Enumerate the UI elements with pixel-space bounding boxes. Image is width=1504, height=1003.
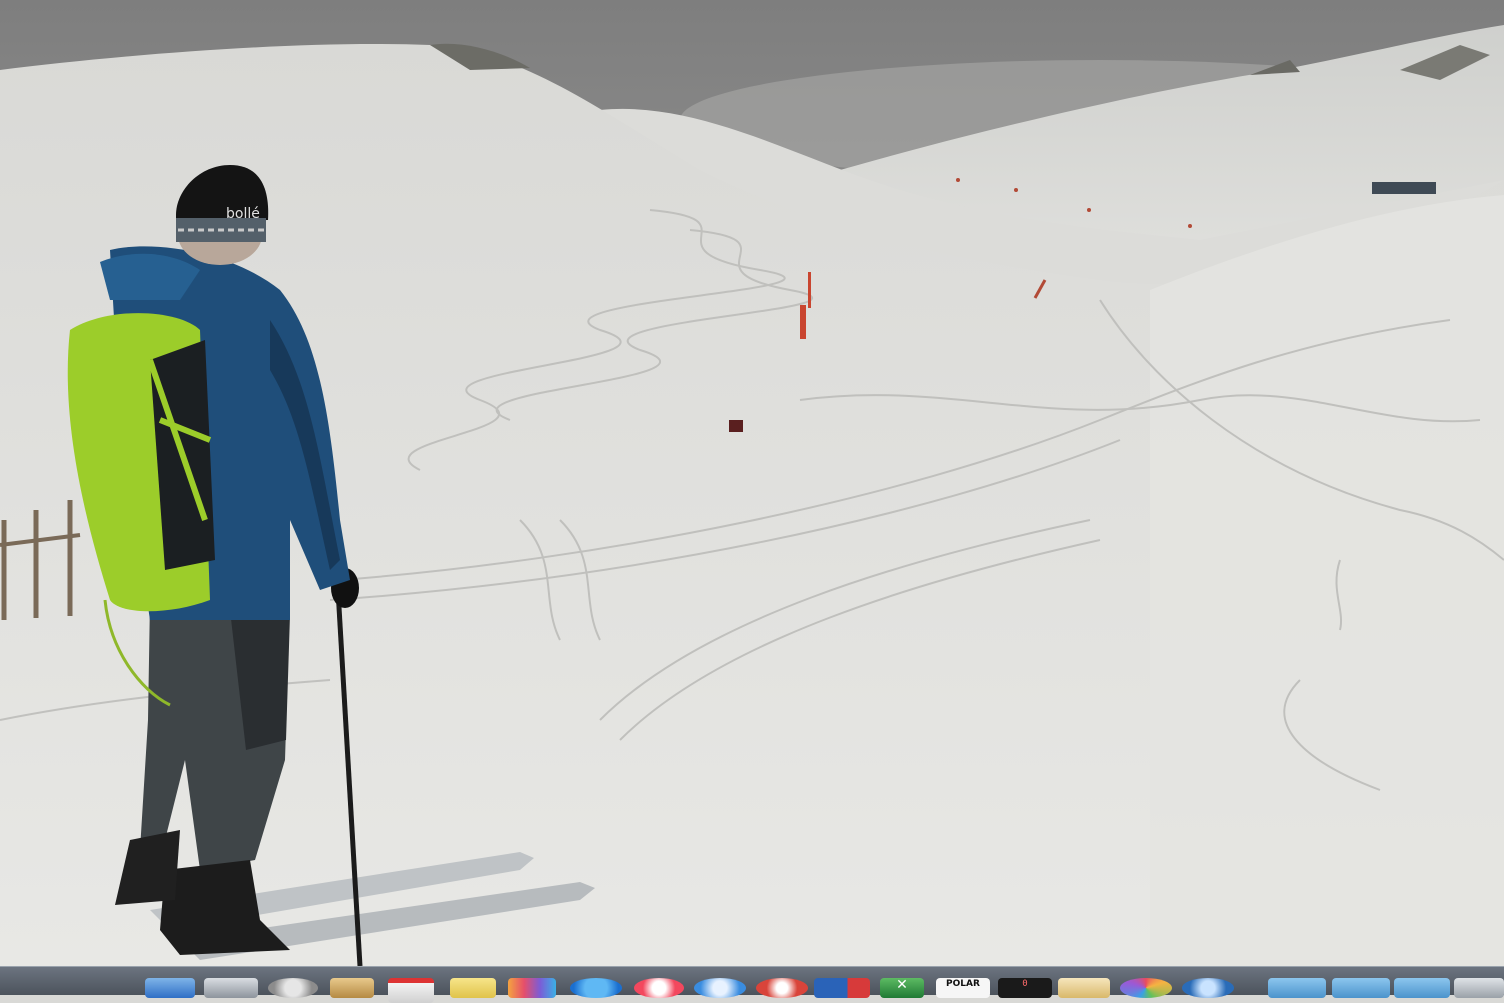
dock-item-photos[interactable] <box>508 978 556 998</box>
dock-item-chrome[interactable] <box>756 978 808 998</box>
dock-item-preview[interactable] <box>1058 978 1110 998</box>
dock-item-folder[interactable] <box>1268 978 1326 998</box>
dock-item-quicktime[interactable] <box>1182 978 1234 998</box>
dock-item-folder[interactable] <box>1394 978 1450 998</box>
dock-item-trash[interactable] <box>1454 978 1504 998</box>
dock-item-excel[interactable]: ✕ <box>880 978 924 998</box>
dock-item-label: POLAR <box>946 979 980 989</box>
excel-icon: ✕ <box>896 978 908 993</box>
dock-item-label: 0 <box>1022 979 1028 989</box>
dock-item-polar-flowsync[interactable]: POLAR <box>936 978 990 998</box>
dock-item-finder[interactable] <box>145 978 195 998</box>
dock-item-app-store[interactable] <box>570 978 622 998</box>
dock-item-itunes[interactable] <box>634 978 684 998</box>
dock-item-safari[interactable] <box>694 978 746 998</box>
dock-item-notes[interactable] <box>450 978 496 998</box>
dock: ✕ POLAR 0 <box>0 966 1504 1003</box>
dock-item-system-preferences[interactable] <box>204 978 258 998</box>
dock-item-calendar[interactable] <box>388 978 434 1003</box>
dock-item-contacts[interactable] <box>330 978 374 998</box>
dock-item-parallels[interactable] <box>814 978 870 998</box>
dock-item-folder[interactable] <box>1332 978 1390 998</box>
dock-item-disk-utility[interactable] <box>268 978 318 998</box>
svg-text:bollé: bollé <box>226 206 260 222</box>
dock-item-terminal[interactable]: 0 <box>998 978 1052 998</box>
desktop-wallpaper: bollé <box>0 0 1504 966</box>
dock-item-color-picker[interactable] <box>1120 978 1172 998</box>
